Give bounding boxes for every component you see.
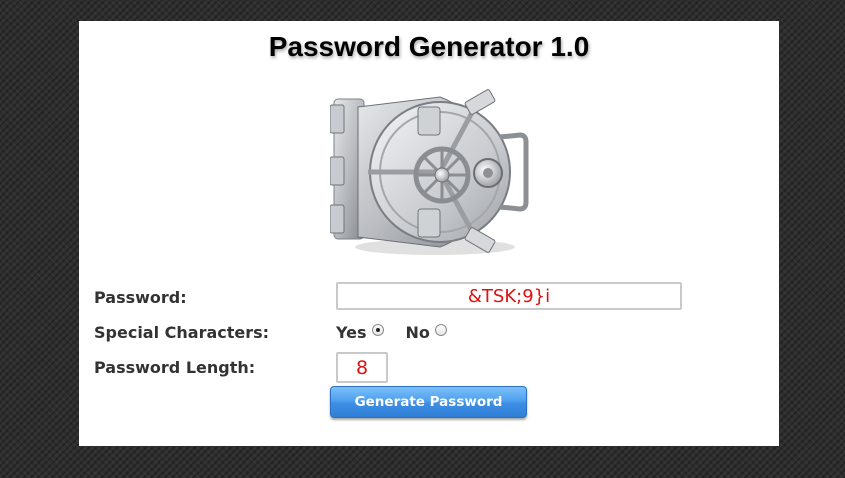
password-field[interactable]: [336, 282, 682, 310]
generate-password-button[interactable]: Generate Password: [330, 386, 527, 418]
yes-radio[interactable]: [371, 324, 384, 336]
special-characters-radio-group: Yes No: [336, 321, 447, 343]
vault-door-icon: [329, 87, 530, 257]
main-panel: Password Generator 1.0 Password: &TSK;9}…: [79, 21, 779, 446]
password-label: Password:: [94, 288, 187, 307]
password-length-label: Password Length:: [94, 358, 256, 377]
yes-label: Yes: [336, 322, 367, 342]
no-label: No: [405, 322, 430, 342]
no-radio[interactable]: [434, 324, 447, 336]
page-title: Password Generator 1.0: [268, 31, 590, 62]
password-length-field[interactable]: [336, 352, 388, 383]
special-characters-label: Special Characters:: [94, 323, 270, 342]
